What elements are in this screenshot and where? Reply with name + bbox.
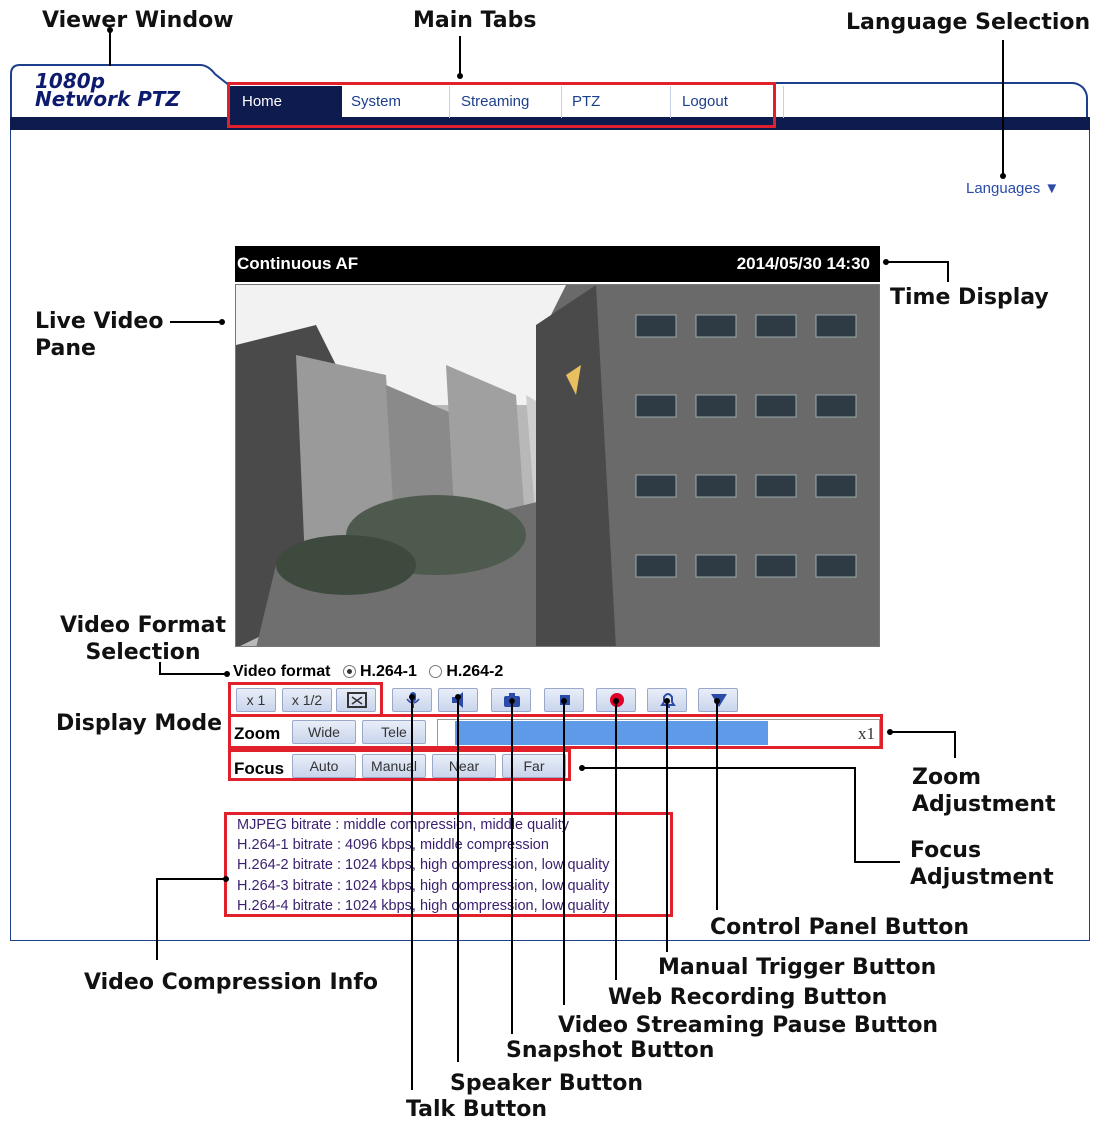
- callout-live-video-1: Live Video: [35, 309, 164, 334]
- callout-manual-trigger-button: Manual Trigger Button: [658, 955, 937, 980]
- callout-zoom-1: Zoom: [912, 765, 982, 790]
- callout-viewer-window: Viewer Window: [42, 8, 234, 33]
- callout-live-video-2: Pane: [35, 336, 96, 361]
- callout-time-display: Time Display: [890, 285, 1049, 310]
- callout-main-tabs: Main Tabs: [413, 8, 537, 33]
- callout-focus-1: Focus: [910, 838, 982, 863]
- callout-language-selection: Language Selection: [846, 10, 1091, 35]
- callout-focus-2: Adjustment: [910, 865, 1054, 890]
- callout-snapshot-button: Snapshot Button: [506, 1038, 715, 1063]
- callout-web-recording-button: Web Recording Button: [608, 985, 888, 1010]
- callout-zoom-2: Adjustment: [912, 792, 1056, 817]
- callout-control-panel-button: Control Panel Button: [710, 915, 970, 940]
- callout-talk-button: Talk Button: [406, 1097, 548, 1122]
- callout-video-format-1: Video Format: [59, 613, 226, 638]
- callout-leader-lines: [107, 27, 1006, 1090]
- callout-speaker-button: Speaker Button: [450, 1071, 644, 1096]
- callout-video-compression-info: Video Compression Info: [84, 970, 379, 995]
- callout-display-mode: Display Mode: [56, 711, 223, 736]
- callout-video-format-2: Selection: [85, 640, 201, 665]
- callout-video-pause-button: Video Streaming Pause Button: [558, 1013, 939, 1038]
